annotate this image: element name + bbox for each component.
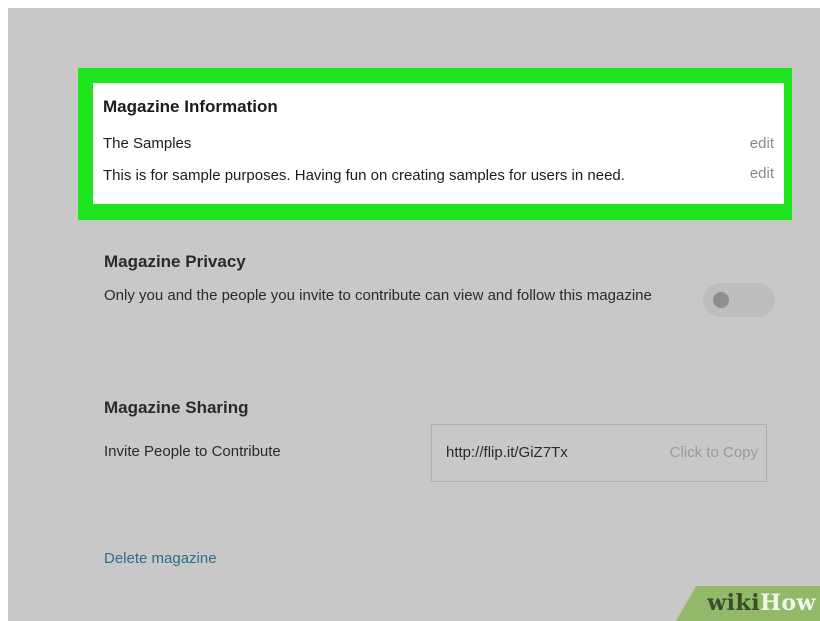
wikihow-watermark: wikiHow — [676, 586, 820, 621]
toggle-knob — [713, 292, 729, 308]
magazine-name: The Samples — [103, 135, 192, 152]
edit-name-link[interactable]: edit — [750, 135, 774, 152]
magazine-privacy-title: Magazine Privacy — [104, 252, 246, 271]
magazine-privacy-description: Only you and the people you invite to co… — [104, 287, 652, 304]
edit-description-link[interactable]: edit — [750, 165, 774, 182]
share-link-field[interactable]: http://flip.it/GiZ7Tx Click to Copy — [431, 424, 767, 482]
wikihow-logo: wikiHow — [707, 590, 816, 616]
invite-contributors-label: Invite People to Contribute — [104, 443, 281, 460]
share-url[interactable]: http://flip.it/GiZ7Tx — [446, 444, 568, 461]
magazine-description: This is for sample purposes. Having fun … — [103, 167, 625, 184]
delete-magazine-link[interactable]: Delete magazine — [104, 550, 217, 567]
magazine-sharing-title: Magazine Sharing — [104, 398, 249, 417]
magazine-information-card: Magazine Information The Samples edit Th… — [93, 83, 784, 204]
copy-link-button[interactable]: Click to Copy — [670, 444, 758, 461]
privacy-toggle[interactable] — [703, 283, 775, 317]
magazine-information-title: Magazine Information — [103, 97, 278, 116]
